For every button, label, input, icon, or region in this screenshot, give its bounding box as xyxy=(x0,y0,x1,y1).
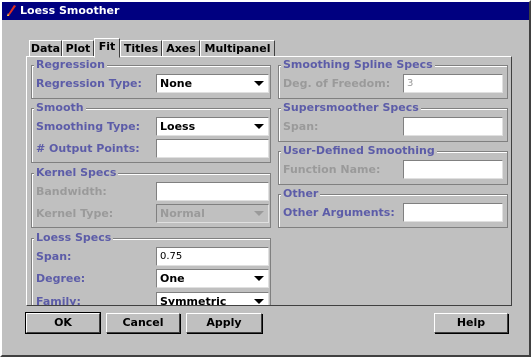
regression-group: Regression Regression Type: None xyxy=(31,58,271,99)
other-arguments-label: Other Arguments: xyxy=(283,206,395,219)
degree-select[interactable]: One xyxy=(156,269,269,288)
chevron-down-icon xyxy=(254,299,264,304)
help-button[interactable]: Help xyxy=(434,313,508,333)
apply-button[interactable]: Apply xyxy=(186,313,262,333)
chevron-down-icon xyxy=(254,81,264,86)
loess-specs-group: Loess Specs Span: 0.75 Degree: One Famil… xyxy=(31,231,271,306)
function-name-input[interactable] xyxy=(403,160,503,179)
smooth-group: Smooth Smoothing Type: Loess # Output Po… xyxy=(31,101,271,163)
window-title: Loess Smoother xyxy=(20,4,120,17)
cancel-button[interactable]: Cancel xyxy=(106,313,180,333)
output-points-input[interactable] xyxy=(156,139,269,158)
degree-value: One xyxy=(160,272,185,285)
ok-button[interactable]: OK xyxy=(25,312,101,334)
dof-label: Deg. of Freedom: xyxy=(283,77,391,90)
span-input[interactable]: 0.75 xyxy=(156,247,269,266)
kernel-specs-group: Kernel Specs Bandwidth: Kernel Type: Nor… xyxy=(31,166,271,228)
tab-fit[interactable]: Fit xyxy=(94,38,120,58)
smooth-group-title: Smooth xyxy=(34,101,86,114)
regression-type-label: Regression Type: xyxy=(36,77,142,90)
kernel-type-value: Normal xyxy=(160,207,205,220)
user-defined-title: User-Defined Smoothing xyxy=(281,144,437,157)
supersmoother-group: Supersmoother Specs Span: xyxy=(278,101,508,142)
regression-group-title: Regression xyxy=(34,58,107,71)
regression-type-value: None xyxy=(160,77,193,90)
other-group: Other Other Arguments: xyxy=(278,187,508,228)
other-title: Other xyxy=(281,187,321,200)
family-label: Family: xyxy=(36,295,81,306)
user-defined-group: User-Defined Smoothing Function Name: xyxy=(278,144,508,185)
spline-specs-group: Smoothing Spline Specs Deg. of Freedom: … xyxy=(278,58,508,99)
smoothing-type-select[interactable]: Loess xyxy=(156,117,269,136)
regression-type-select[interactable]: None xyxy=(156,74,269,93)
tab-titles[interactable]: Titles xyxy=(120,40,162,57)
tab-data[interactable]: Data xyxy=(29,40,62,57)
chevron-down-icon xyxy=(254,124,264,129)
other-arguments-input[interactable] xyxy=(403,203,503,222)
chevron-down-icon xyxy=(254,211,264,216)
dof-input[interactable]: 3 xyxy=(403,74,503,93)
output-points-label: # Output Points: xyxy=(36,142,140,155)
dialog-window: Loess Smoother Data Plot Fit Titles Axes… xyxy=(0,0,531,357)
function-name-label: Function Name: xyxy=(283,163,381,176)
degree-label: Degree: xyxy=(36,272,86,285)
title-bar[interactable]: Loess Smoother xyxy=(2,2,529,20)
family-value: Symmetric xyxy=(160,295,227,306)
tab-multipanel[interactable]: Multipanel xyxy=(200,40,275,57)
kernel-type-select[interactable]: Normal xyxy=(156,204,269,223)
smoothing-type-label: Smoothing Type: xyxy=(36,120,140,133)
fit-tab-panel: Regression Regression Type: None Smooth … xyxy=(26,56,512,306)
tab-axes[interactable]: Axes xyxy=(162,40,200,57)
kernel-type-label: Kernel Type: xyxy=(36,207,114,220)
smoothing-type-value: Loess xyxy=(160,120,196,133)
bandwidth-input[interactable] xyxy=(156,182,269,201)
tab-plot[interactable]: Plot xyxy=(62,40,94,57)
supersmoother-span-label: Span: xyxy=(283,120,319,133)
supersmoother-title: Supersmoother Specs xyxy=(281,101,421,114)
chevron-down-icon xyxy=(254,276,264,281)
bandwidth-label: Bandwidth: xyxy=(36,185,107,198)
kernel-specs-title: Kernel Specs xyxy=(34,166,119,179)
supersmoother-span-input[interactable] xyxy=(403,117,503,136)
family-select[interactable]: Symmetric xyxy=(156,292,269,306)
span-label: Span: xyxy=(36,250,72,263)
loess-specs-title: Loess Specs xyxy=(34,231,114,244)
app-icon xyxy=(7,5,16,16)
spline-specs-title: Smoothing Spline Specs xyxy=(281,58,435,71)
